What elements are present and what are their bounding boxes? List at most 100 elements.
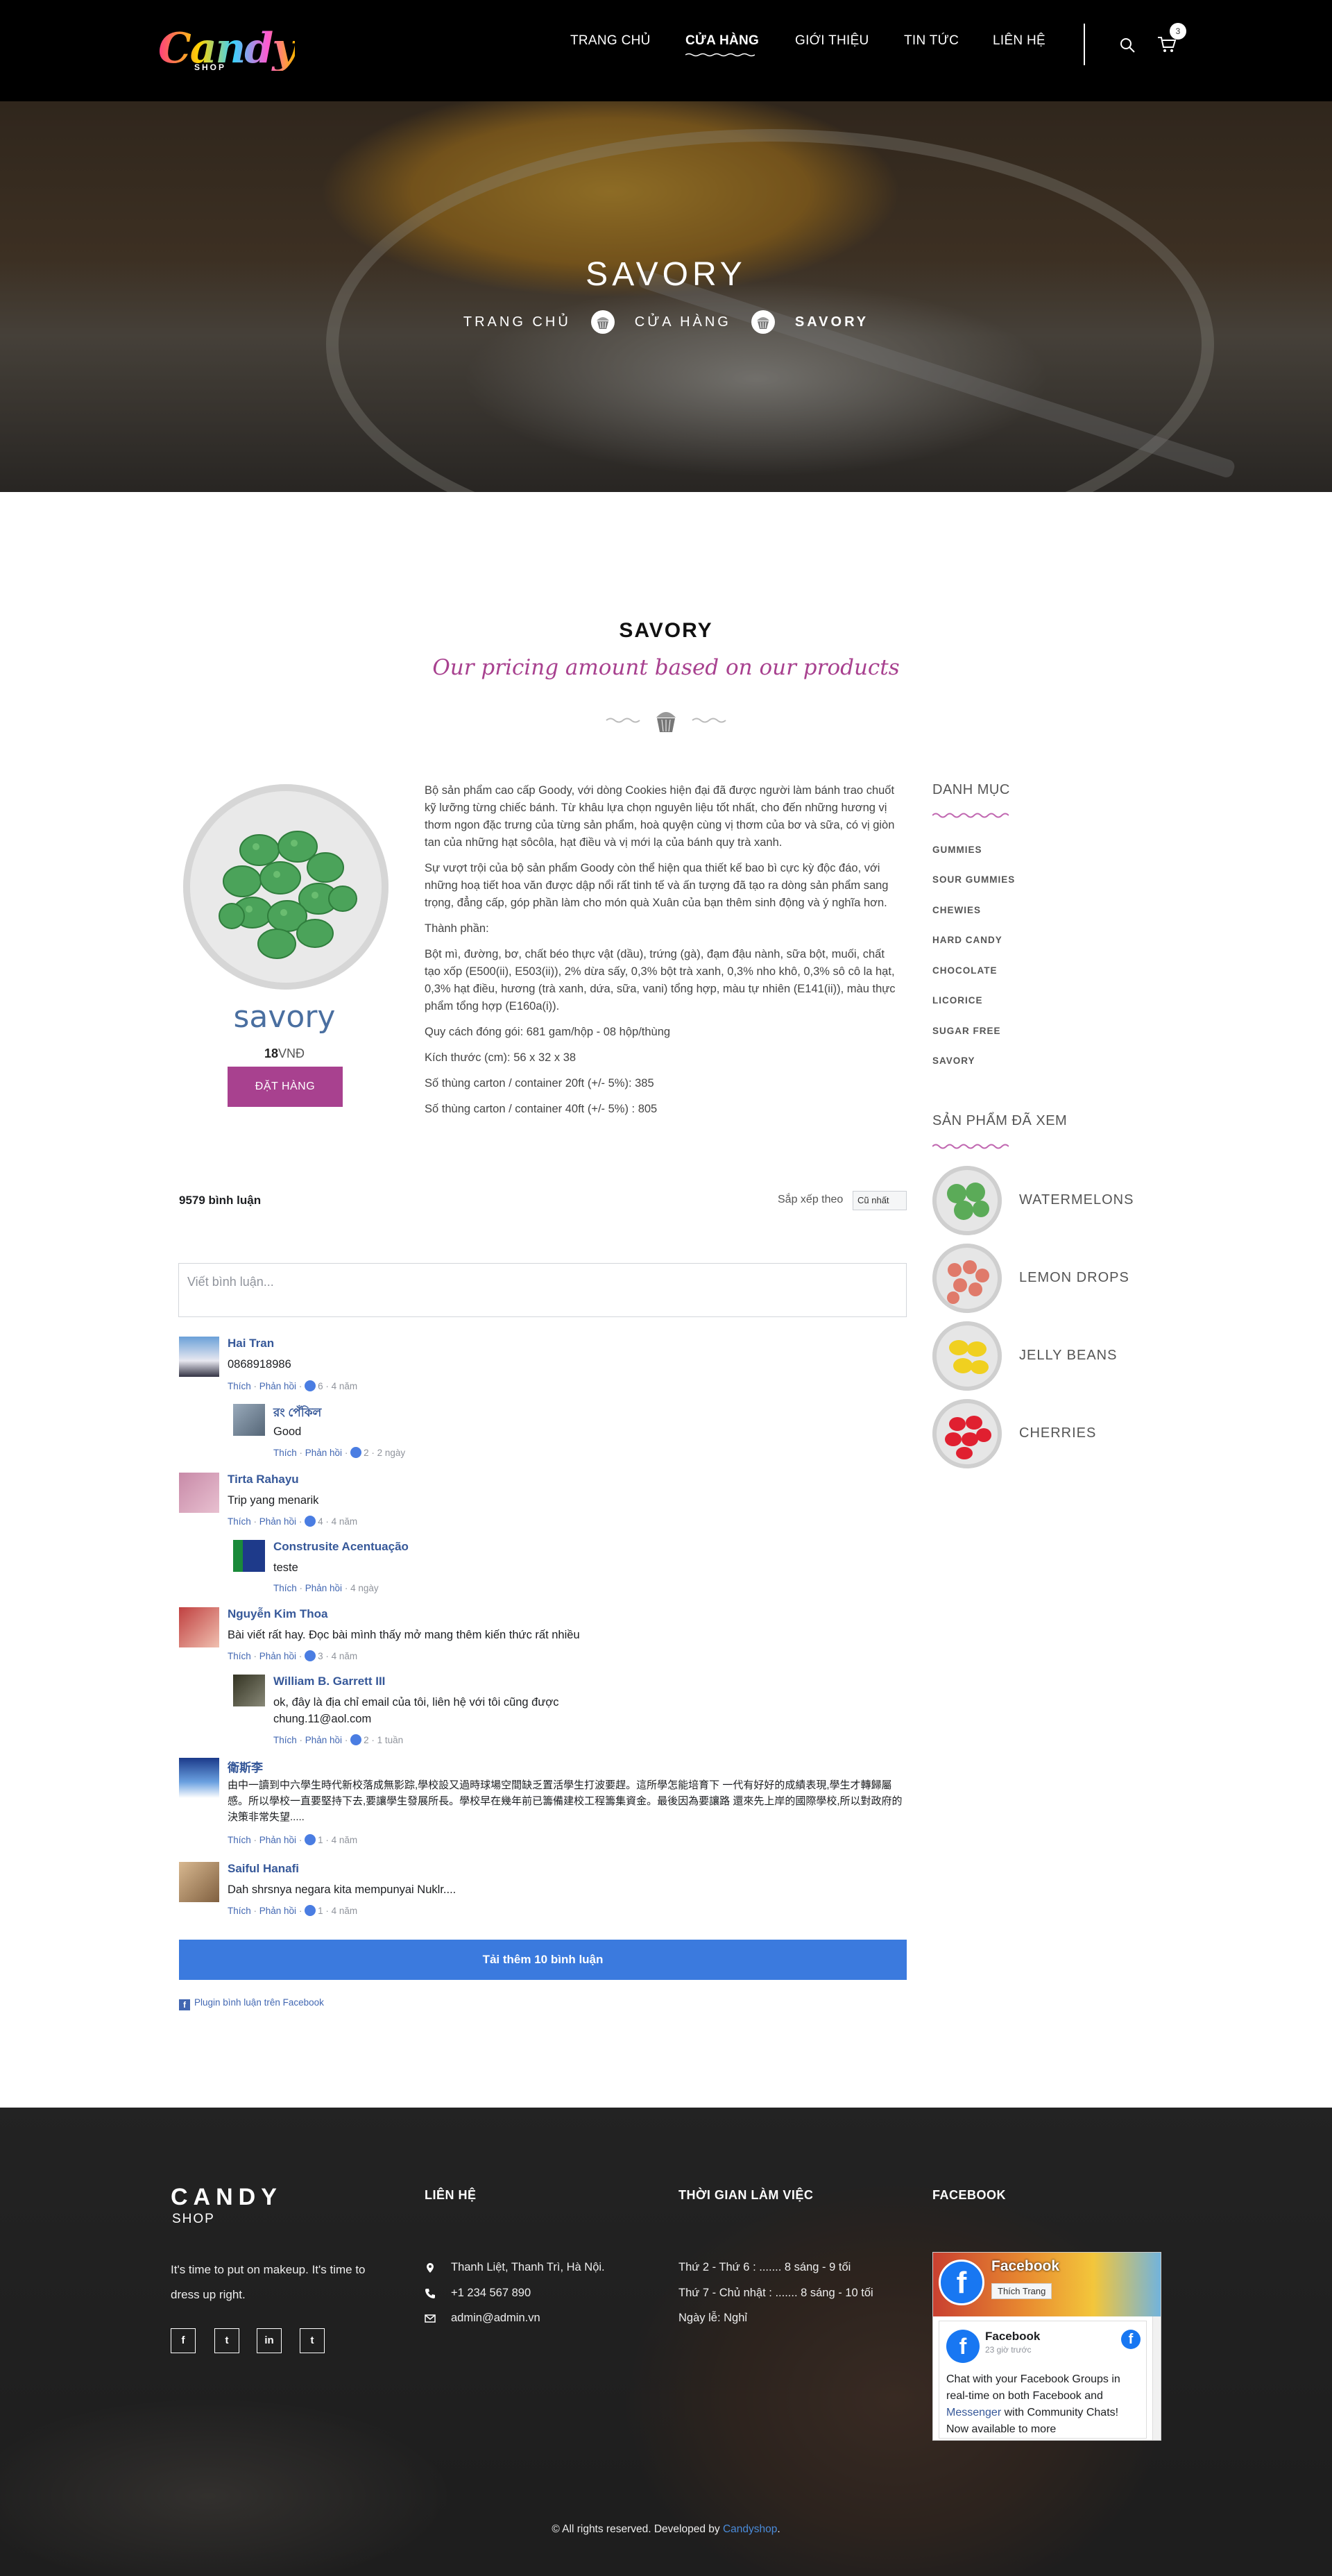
fb-page-name[interactable]: Facebook (991, 2258, 1059, 2275)
like-link[interactable]: Thích (228, 1516, 251, 1527)
reply-link[interactable]: Phản hồi (259, 1906, 296, 1916)
reply-link[interactable]: Phản hồi (305, 1735, 342, 1745)
sort-label: Sắp xếp theo (778, 1194, 844, 1205)
avatar[interactable] (179, 1337, 219, 1377)
tumblr-icon[interactable]: t (300, 2328, 325, 2353)
category-sour-gummies[interactable]: SOUR GUMMIES (932, 874, 1015, 885)
green-candy-image (219, 831, 357, 959)
avatar[interactable] (179, 1758, 219, 1798)
nav-home[interactable]: TRANG CHỦ (570, 33, 651, 54)
linkedin-icon[interactable]: in (257, 2328, 282, 2353)
nav-contact[interactable]: LIÊN HỆ (993, 33, 1045, 54)
reply-comment: William B. Garrett III ok, đây là địa ch… (233, 1675, 857, 1751)
facebook-plugin-link[interactable]: f Plugin bình luận trên Facebook (179, 1997, 324, 2010)
facebook-icon[interactable]: f (171, 2328, 196, 2353)
like-link[interactable]: Thích (273, 1448, 297, 1458)
facebook-icon: f (179, 1999, 190, 2010)
category-chocolate[interactable]: CHOCOLATE (932, 965, 998, 976)
reply-link[interactable]: Phản hồi (259, 1381, 296, 1391)
desc-paragraph: Sự vượt trội của bộ sản phẩm Goody còn t… (425, 862, 889, 909)
comment-input[interactable]: Viết bình luận... (178, 1263, 907, 1317)
breadcrumb-shop[interactable]: CỬA HÀNG (635, 314, 731, 330)
comment-time: 4 ngày (350, 1583, 379, 1593)
comment-author[interactable]: রং পেঁকিল (273, 1404, 321, 1423)
copyright: © All rights reserved. Developed by Cand… (552, 2523, 780, 2535)
comment-text: Good (273, 1425, 302, 1438)
nav-shop-label: CỬA HÀNG (685, 33, 760, 48)
avatar[interactable] (179, 1607, 219, 1647)
developer-link[interactable]: Candyshop (723, 2523, 777, 2535)
avatar[interactable] (233, 1675, 265, 1706)
nav-shop[interactable]: CỬA HÀNG (685, 33, 760, 57)
contact-title: LIÊN HỆ (425, 2188, 477, 2202)
comment: Saiful Hanafi Dah shrsnya negara kita me… (179, 1862, 907, 1924)
seen-product-jelly-beans[interactable]: JELLY BEANS (932, 1321, 1182, 1391)
comment-author[interactable]: Construsite Acentuação (273, 1540, 409, 1554)
avatar[interactable] (233, 1404, 265, 1436)
fb-scrollbar[interactable] (1152, 2316, 1161, 2440)
logo[interactable]: Candy SHOP (158, 26, 296, 75)
like-count: 2 (364, 1448, 369, 1458)
seen-product-watermelons[interactable]: WATERMELONS (932, 1166, 1182, 1235)
like-icon (305, 1516, 316, 1527)
fb-post-time: 23 giờ trước (985, 2345, 1032, 2355)
fb-post-link[interactable]: Messenger (946, 2407, 1001, 2418)
seen-product-cherries[interactable]: CHERRIES (932, 1399, 1182, 1468)
breadcrumb-home[interactable]: TRANG CHỦ (463, 314, 571, 330)
like-link[interactable]: Thích (228, 1651, 251, 1661)
category-hard-candy[interactable]: HARD CANDY (932, 935, 1002, 945)
comment-author[interactable]: William B. Garrett III (273, 1675, 385, 1688)
like-count: 4 (318, 1516, 323, 1527)
comment-meta: Thích · Phản hồi · 1 · 4 năm (228, 1834, 358, 1845)
wave-divider (932, 1144, 1009, 1149)
nav-news[interactable]: TIN TỨC (904, 33, 959, 54)
comment-author[interactable]: Saiful Hanafi (228, 1862, 299, 1876)
cupcake-icon (590, 310, 615, 334)
avatar[interactable] (179, 1473, 219, 1513)
seen-product-lemon-drops[interactable]: LEMON DROPS (932, 1244, 1182, 1313)
load-more-comments-button[interactable]: Tải thêm 10 bình luận (179, 1940, 907, 1980)
comment-author[interactable]: Nguyễn Kim Thoa (228, 1607, 328, 1621)
sort-select[interactable]: Cũ nhất (853, 1191, 907, 1210)
comment-author[interactable]: 衛斯李 (228, 1758, 263, 1775)
avatar[interactable] (179, 1862, 219, 1902)
comment-time: 4 năm (331, 1381, 358, 1391)
hero-banner: SAVORY TRANG CHỦ CỬA HÀNG SAVORY (0, 101, 1332, 492)
reply-link[interactable]: Phản hồi (259, 1651, 296, 1661)
like-link[interactable]: Thích (273, 1735, 297, 1745)
category-licorice[interactable]: LICORICE (932, 995, 983, 1006)
fb-like-page-button[interactable]: Thích Trang (991, 2283, 1052, 2299)
category-gummies[interactable]: GUMMIES (932, 845, 982, 855)
facebook-page-widget[interactable]: f Facebook Thích Trang f Facebook 23 giờ… (932, 2252, 1161, 2441)
reply-link[interactable]: Phản hồi (305, 1583, 342, 1593)
like-icon (305, 1905, 316, 1916)
like-link[interactable]: Thích (273, 1583, 297, 1593)
footer-phone[interactable]: +1 234 567 890 (451, 2287, 531, 2300)
comment: Hai Tran 0868918986 Thích · Phản hồi · 6… (179, 1337, 907, 1399)
search-icon[interactable] (1119, 37, 1136, 53)
like-link[interactable]: Thích (228, 1906, 251, 1916)
category-chewies[interactable]: CHEWIES (932, 905, 981, 915)
like-link[interactable]: Thích (228, 1381, 251, 1391)
seen-thumb (932, 1166, 1002, 1235)
product-image (183, 784, 388, 990)
reply-link[interactable]: Phản hồi (259, 1835, 296, 1845)
reply-link[interactable]: Phản hồi (259, 1516, 296, 1527)
comment-count: 9579 bình luận (179, 1194, 262, 1207)
category-sugar-free[interactable]: SUGAR FREE (932, 1026, 1001, 1036)
footer-email[interactable]: admin@admin.vn (451, 2312, 540, 2325)
comment-author[interactable]: Tirta Rahayu (228, 1473, 299, 1486)
fb-post-author[interactable]: Facebook (985, 2330, 1040, 2344)
reply-link[interactable]: Phản hồi (305, 1448, 342, 1458)
twitter-icon[interactable]: t (214, 2328, 239, 2353)
desc-paragraph: Bột mì, đường, bơ, chất béo thực vật (dầ… (425, 948, 896, 1012)
comment-author[interactable]: Hai Tran (228, 1337, 274, 1350)
order-button[interactable]: ĐẶT HÀNG (228, 1067, 343, 1107)
nav-about[interactable]: GIỚI THIỆU (795, 33, 869, 54)
like-icon (350, 1734, 362, 1745)
like-link[interactable]: Thích (228, 1835, 251, 1845)
comment: Nguyễn Kim Thoa Bài viết rất hay. Đọc bà… (179, 1607, 907, 1670)
avatar[interactable] (233, 1540, 265, 1572)
category-savory[interactable]: SAVORY (932, 1056, 975, 1066)
comment-meta: Thích · Phản hồi · 2 · 2 ngày (273, 1447, 406, 1458)
